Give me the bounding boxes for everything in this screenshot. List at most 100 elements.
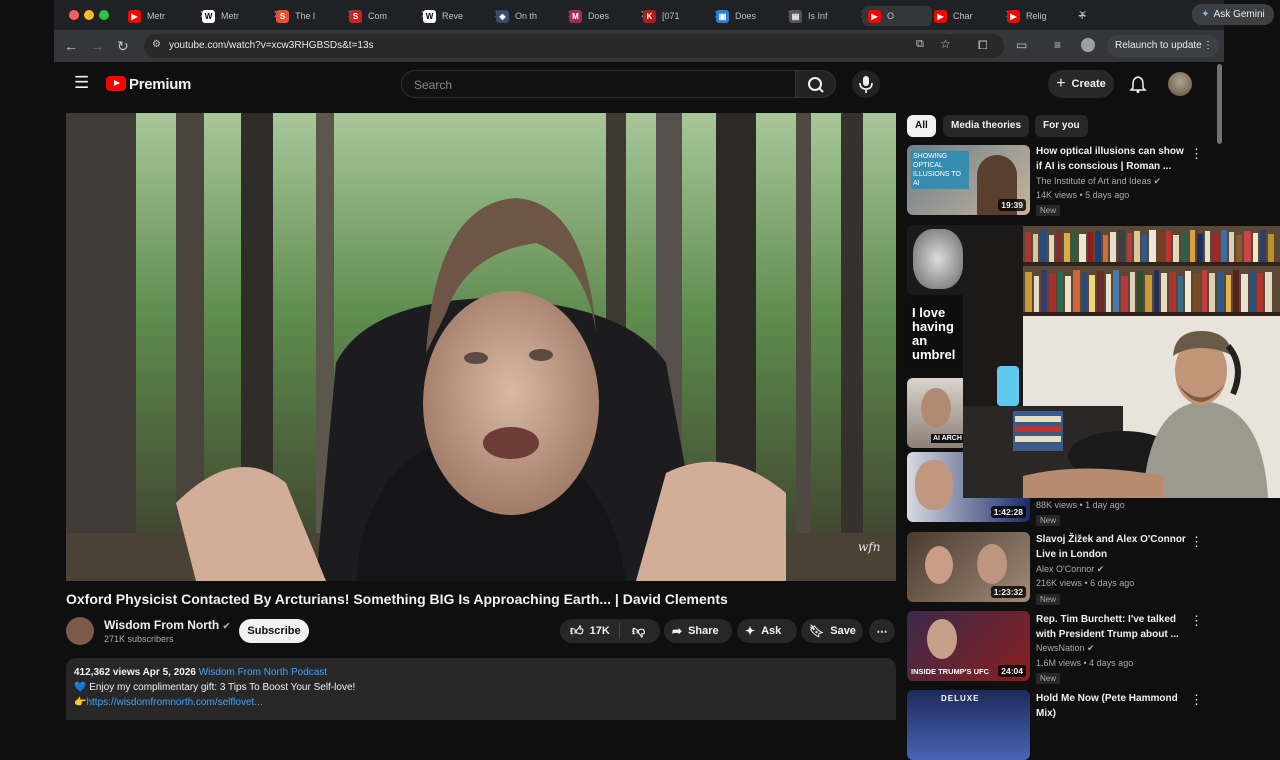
- video-player[interactable]: wfn: [66, 113, 896, 581]
- tab-favicon-icon: ◆: [496, 9, 509, 23]
- podcast-link[interactable]: Wisdom From North Podcast: [199, 667, 327, 678]
- chip-for-you[interactable]: For you: [1035, 115, 1088, 137]
- browser-tab[interactable]: SCom✕: [349, 6, 429, 26]
- channel-avatar[interactable]: [66, 617, 94, 645]
- description-line: 💙 Enjoy my complimentary gift: 3 Tips To…: [74, 682, 356, 693]
- tab-label: Metr: [221, 11, 239, 21]
- view-stats: 412,362 views Apr 5, 2026: [74, 667, 196, 678]
- search-button[interactable]: [795, 70, 836, 98]
- like-button[interactable]: 👍︎ 17K: [560, 623, 620, 639]
- tab-label: Is Inf: [808, 11, 828, 21]
- save-button[interactable]: 🔖︎ Save: [801, 619, 863, 643]
- new-badge: New: [1036, 515, 1061, 526]
- browser-tab[interactable]: K[071✕: [643, 6, 723, 26]
- related-video-title[interactable]: How optical illusions can show if AI is …: [1036, 144, 1186, 174]
- tab-favicon-icon: ▶: [1007, 9, 1020, 23]
- maximize-window-button[interactable]: [99, 10, 109, 20]
- related-video-channel[interactable]: NewsNation ✔: [1036, 643, 1095, 654]
- profile-avatar[interactable]: [1081, 38, 1095, 52]
- selflove-link[interactable]: https://wisdomfromnorth.com/selflovet...: [86, 697, 262, 708]
- related-video-meta: 216K views • 6 days ago: [1036, 578, 1135, 588]
- voice-search-button[interactable]: [852, 70, 880, 98]
- video-menu-icon[interactable]: ⋮: [1190, 613, 1203, 629]
- browser-tab[interactable]: WReve✕: [423, 6, 503, 26]
- tab-favicon-icon: S: [349, 9, 362, 23]
- reading-list-icon[interactable]: ≡: [1054, 38, 1061, 52]
- browser-tab[interactable]: MDoes✕: [569, 6, 649, 26]
- tab-label: Does: [735, 11, 757, 21]
- page-scrollbar[interactable]: [1217, 64, 1222, 144]
- subscribe-button[interactable]: Subscribe: [239, 619, 309, 643]
- related-video-title[interactable]: Rep. Tim Burchett: I've talked with Pres…: [1036, 612, 1186, 642]
- back-icon[interactable]: ←: [64, 38, 78, 54]
- video-menu-icon[interactable]: ⋮: [1190, 534, 1203, 550]
- hamburger-menu-icon[interactable]: ☰: [74, 73, 89, 93]
- share-button[interactable]: ➦ Share: [664, 619, 732, 643]
- chip-media-theories[interactable]: Media theories: [943, 115, 1030, 137]
- share-icon: ➦: [672, 624, 683, 638]
- subscriber-count: 271K subscribers: [104, 634, 174, 644]
- browser-tab[interactable]: WMetr✕: [202, 6, 282, 26]
- sidepanel-icon[interactable]: ▭: [1016, 38, 1027, 52]
- create-button[interactable]: + Create: [1048, 70, 1114, 98]
- address-bar[interactable]: ⚙ youtube.com/watch?v=xcw3RHGBSDs&t=13s …: [144, 34, 1004, 58]
- more-horiz-icon: ⋯: [876, 625, 888, 638]
- related-video-channel[interactable]: Alex O'Connor ✔: [1036, 564, 1104, 575]
- youtube-header: ☰ Premium Search + Create: [54, 62, 1224, 106]
- notifications-bell-icon[interactable]: [1129, 75, 1147, 93]
- bookmark-star-icon[interactable]: ☆: [940, 37, 951, 51]
- ask-button[interactable]: ✦ Ask: [737, 619, 797, 643]
- related-video-channel[interactable]: The Institute of Art and Ideas ✔: [1036, 176, 1161, 187]
- close-window-button[interactable]: [69, 10, 79, 20]
- browser-toolbar: ← → ↻ ⚙ youtube.com/watch?v=xcw3RHGBSDs&…: [54, 30, 1224, 62]
- microphone-icon: [859, 76, 873, 93]
- install-app-icon[interactable]: ⧉: [916, 38, 924, 51]
- tab-label: Com: [368, 11, 388, 21]
- tab-favicon-icon: ▤: [789, 9, 802, 23]
- site-info-icon[interactable]: ⚙: [152, 39, 161, 50]
- description-box[interactable]: 412,362 views Apr 5, 2026 Wisdom From No…: [66, 658, 896, 720]
- tab-favicon-icon: S: [276, 9, 289, 23]
- channel-name[interactable]: Wisdom From North ✔: [104, 618, 230, 632]
- browser-tab[interactable]: ▶O✕: [862, 6, 942, 26]
- video-menu-icon[interactable]: ⋮: [1190, 146, 1203, 162]
- tab-label: O: [887, 11, 895, 21]
- chip-all[interactable]: All: [907, 115, 936, 137]
- thumbs-up-icon: 👍︎: [570, 623, 584, 638]
- related-video-thumbnail[interactable]: SHOWING OPTICAL ILLUSIONS TO AI 19:39: [907, 145, 1030, 215]
- minimize-window-button[interactable]: [84, 10, 94, 20]
- new-tab-button[interactable]: +: [1078, 7, 1086, 23]
- ask-gemini-button[interactable]: ✦ Ask Gemini: [1192, 4, 1274, 25]
- browser-tab[interactable]: ▶Metr✕: [128, 6, 208, 26]
- tab-label: Does: [588, 11, 610, 21]
- new-badge: New: [1036, 673, 1061, 684]
- related-video-title[interactable]: Hold Me Now (Pete Hammond Mix): [1036, 691, 1186, 721]
- browser-tab[interactable]: ▶Char✕: [934, 6, 1014, 26]
- verified-icon: ✔: [1153, 176, 1162, 186]
- browser-tab[interactable]: ▶ Relig ✕: [1007, 6, 1087, 26]
- browser-tab[interactable]: ◆On th✕: [496, 6, 576, 26]
- browser-tab[interactable]: ▣Does✕: [716, 6, 796, 26]
- video-menu-icon[interactable]: ⋮: [1190, 692, 1203, 708]
- user-avatar[interactable]: [1168, 72, 1192, 96]
- more-actions-button[interactable]: ⋯: [869, 619, 895, 643]
- related-video-title[interactable]: Slavoj Žižek and Alex O'Connor Live in L…: [1036, 532, 1186, 562]
- extensions-icon[interactable]: ⧠: [978, 38, 988, 53]
- pointing-hand-icon: 👉: [74, 697, 87, 708]
- related-video-thumbnail[interactable]: INSIDE TRUMP'S UFC 24:04: [907, 611, 1030, 681]
- related-video-thumbnail[interactable]: 1:23:32: [907, 532, 1030, 602]
- browser-tab[interactable]: SThe l✕: [276, 6, 356, 26]
- relaunch-button[interactable]: Relaunch to update ⋮: [1107, 35, 1219, 57]
- search-input[interactable]: Search: [401, 70, 796, 98]
- verified-icon: ✔: [222, 621, 231, 631]
- youtube-logo-text[interactable]: Premium: [129, 76, 191, 93]
- youtube-logo-icon[interactable]: [106, 76, 126, 91]
- like-dislike-group: 👍︎ 17K 👎︎: [560, 619, 660, 643]
- forward-icon[interactable]: →: [90, 38, 104, 54]
- browser-tab[interactable]: ▤Is Inf✕: [789, 6, 869, 26]
- thumbs-down-icon: 👎︎: [632, 623, 646, 638]
- tab-favicon-icon: ▶: [128, 9, 141, 23]
- dislike-button[interactable]: 👎︎: [620, 623, 645, 639]
- related-video-thumbnail[interactable]: DELUXE: [907, 690, 1030, 760]
- reload-icon[interactable]: ↻: [117, 38, 129, 55]
